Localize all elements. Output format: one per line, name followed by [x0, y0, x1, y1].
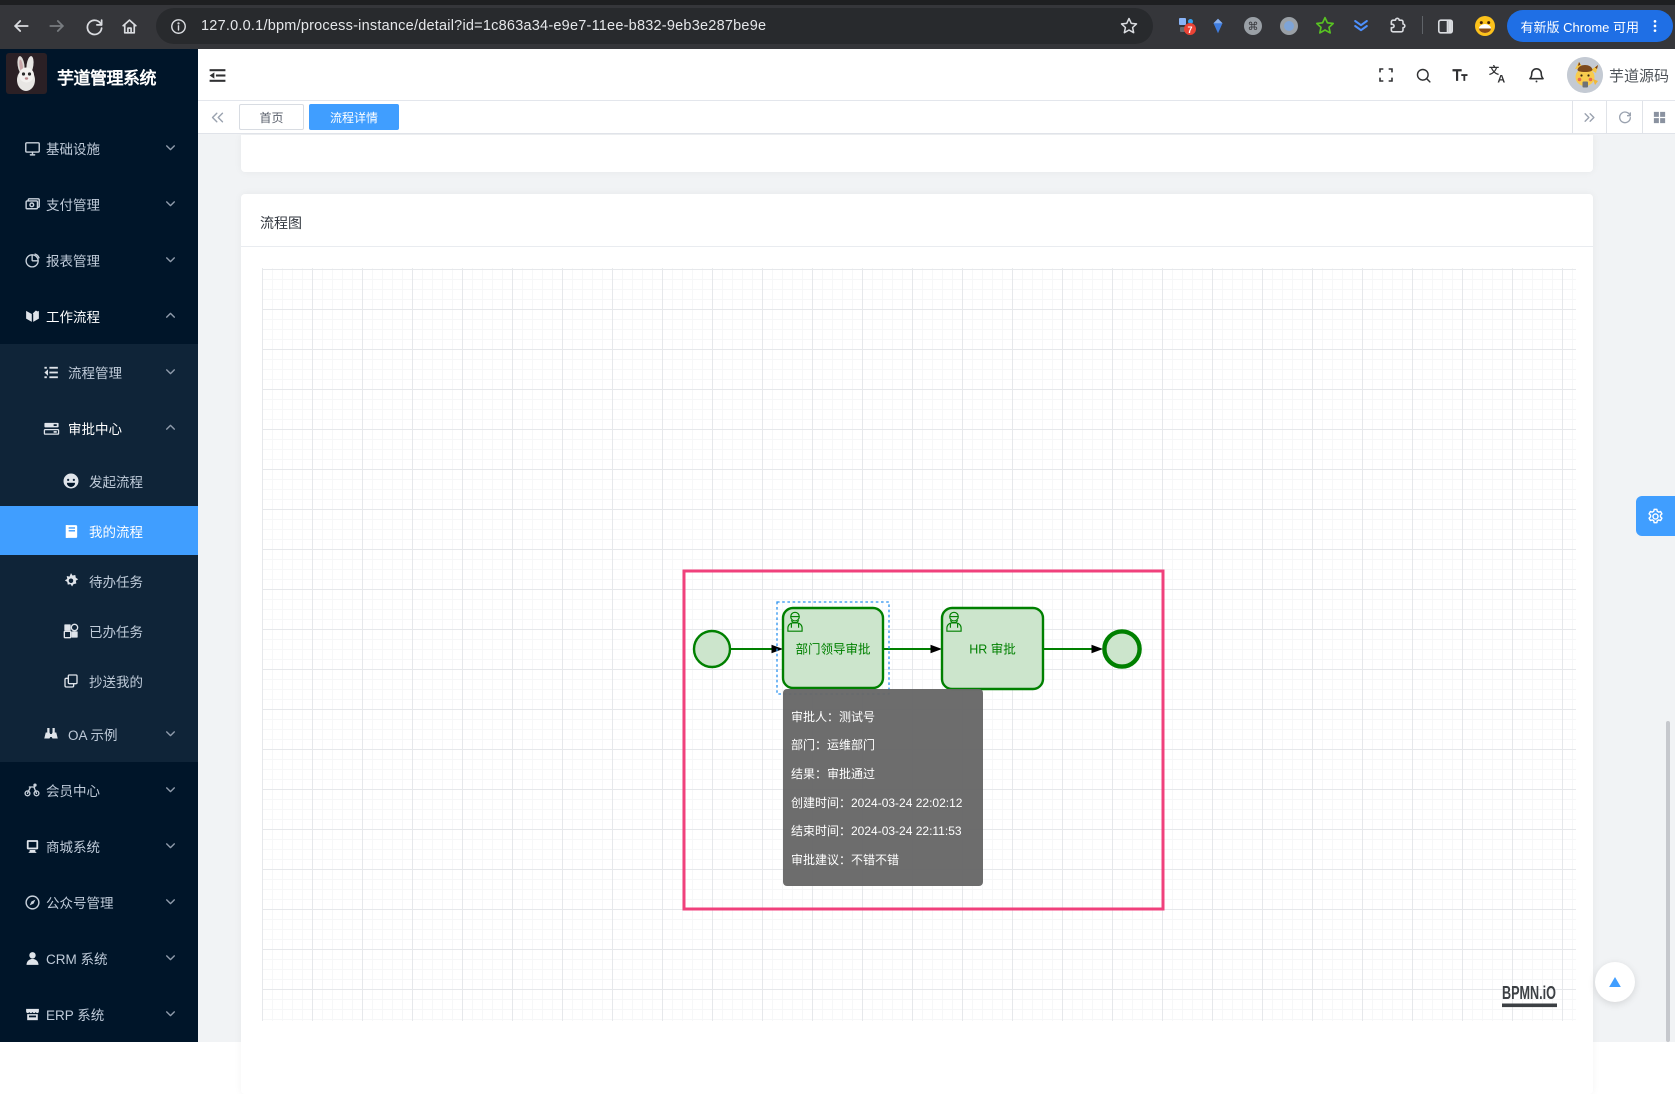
svg-text:A: A: [1497, 74, 1505, 86]
svg-text:7: 7: [1187, 25, 1192, 35]
svg-text:BPMN.iO: BPMN.iO: [1502, 983, 1556, 1003]
svg-text:部门领导审批: 部门领导审批: [795, 642, 870, 657]
svg-text:⌘: ⌘: [1248, 21, 1259, 33]
svg-text:HR 审批: HR 审批: [969, 642, 1016, 657]
